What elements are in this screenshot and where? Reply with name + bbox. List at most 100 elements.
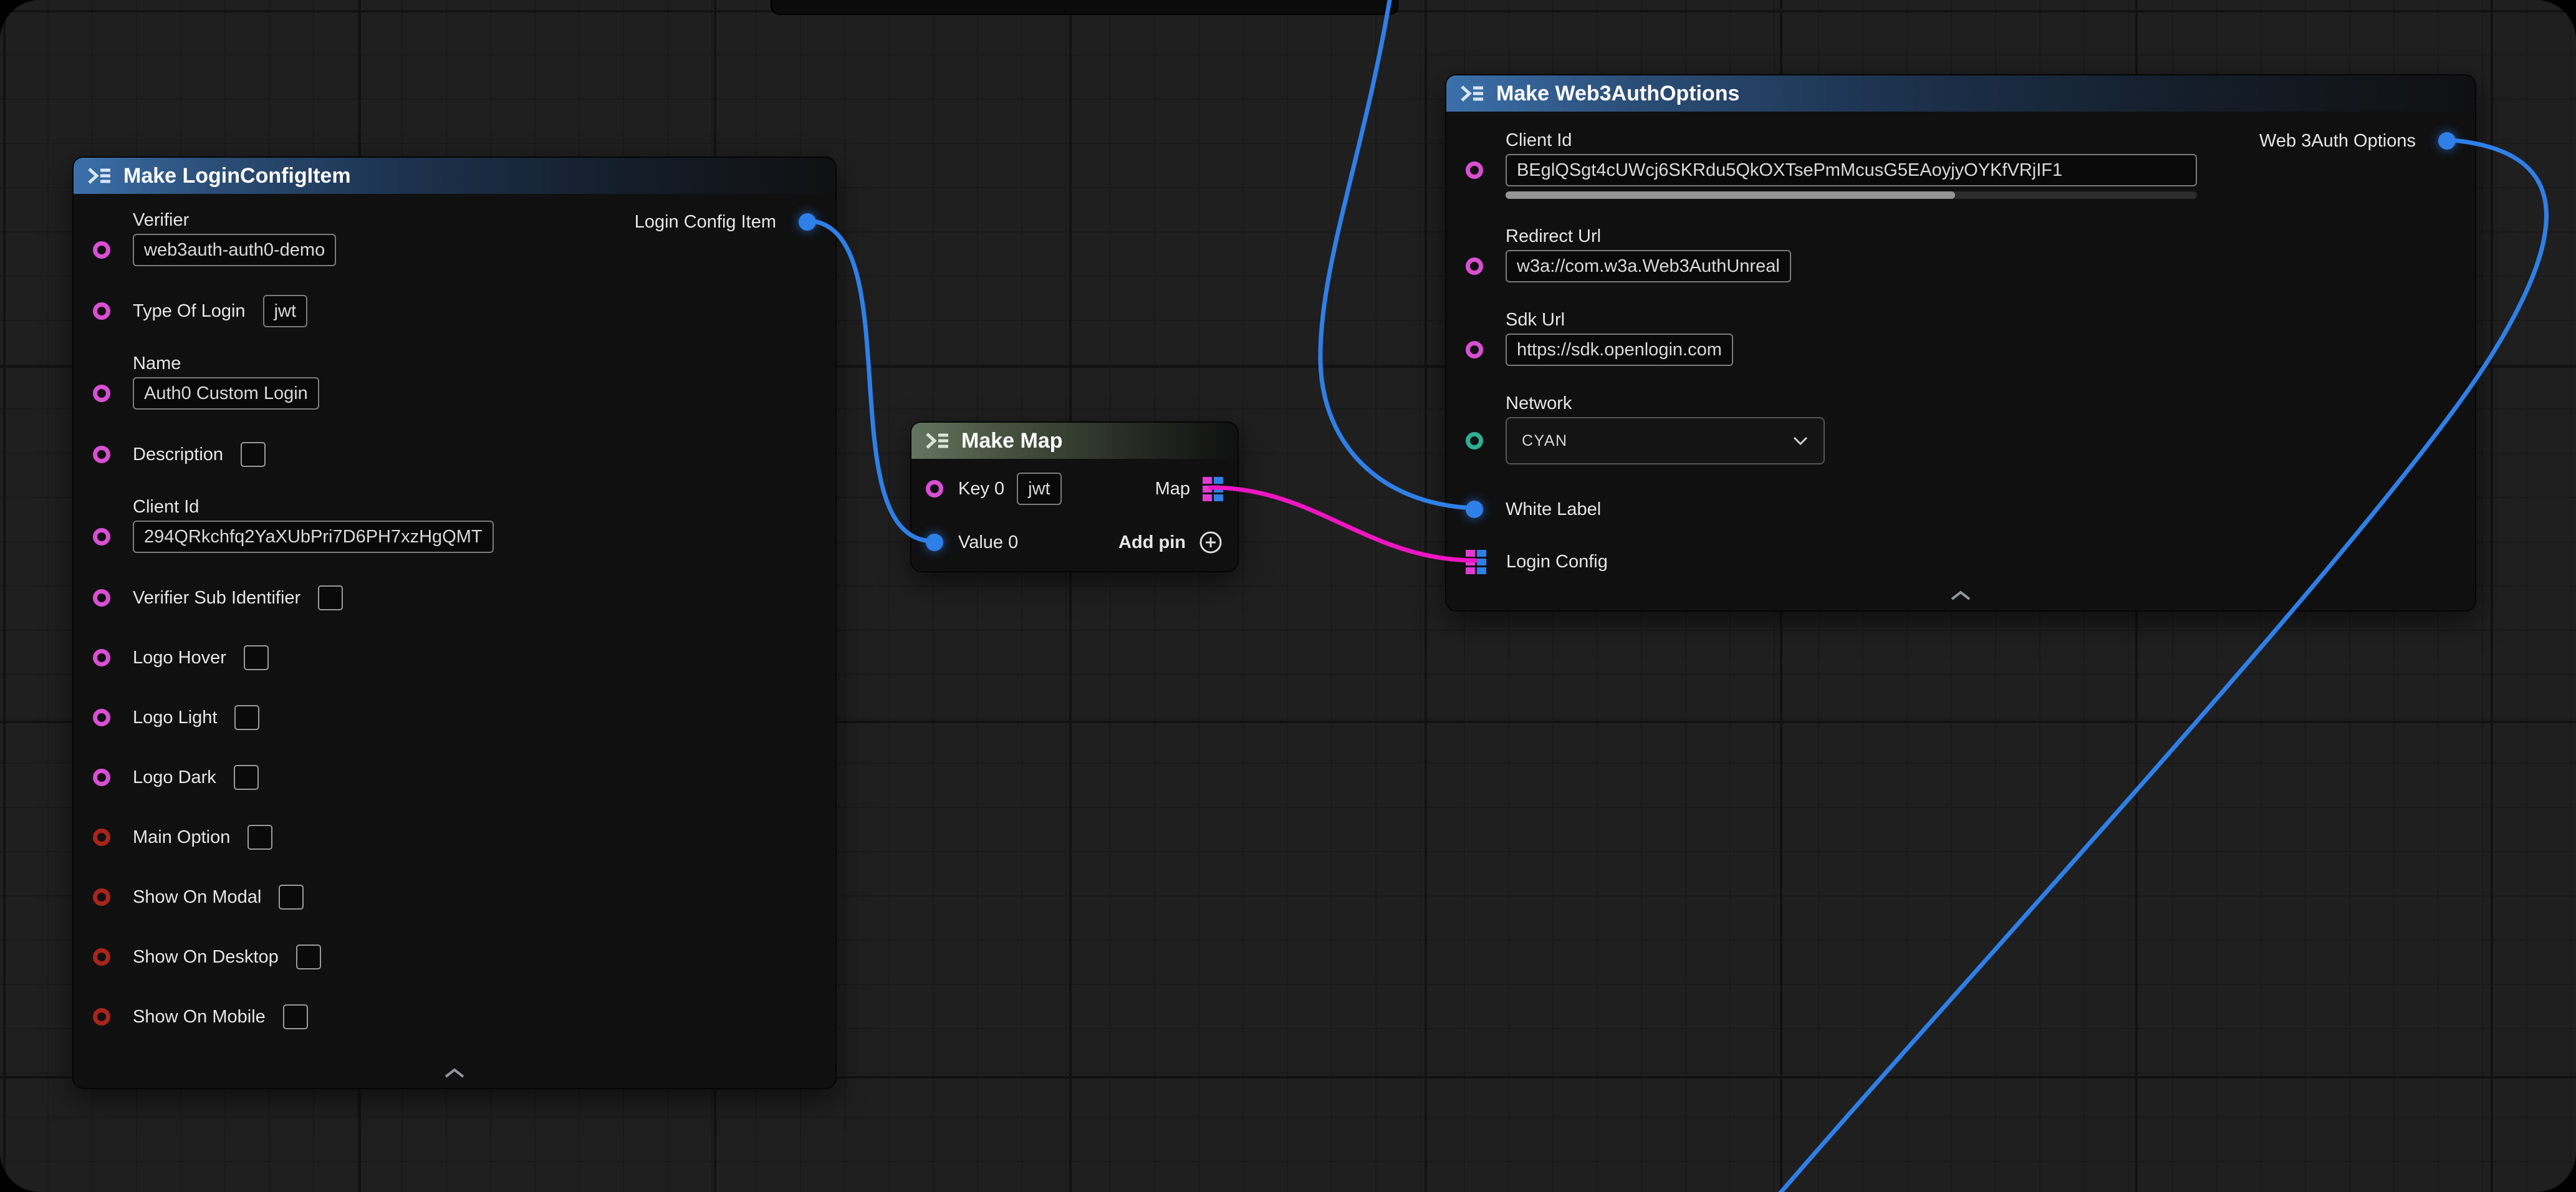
description-input[interactable] (241, 442, 266, 467)
row-logo-light: Logo Light (93, 700, 816, 735)
output-pin-label: Login Config Item (635, 212, 776, 233)
pin-label-map-out: Map (1155, 479, 1190, 499)
pin-label-show-on-modal: Show On Modal (133, 887, 261, 908)
key0-input[interactable]: jwt (1017, 473, 1061, 505)
pin-label-value0: Value 0 (958, 532, 1018, 553)
logo-dark-input[interactable] (234, 765, 259, 790)
blueprint-graph-canvas[interactable]: Make LoginConfigItem Login Config Item V… (0, 0, 2576, 1192)
row-key0-map: Key 0 jwt Map (926, 471, 1223, 506)
verifier-input[interactable]: web3auth-auth0-demo (133, 234, 336, 266)
row-logo-dark: Logo Dark (93, 760, 816, 795)
row-name: Name Auth0 Custom Login (93, 353, 816, 410)
pin-label-logo-dark: Logo Dark (133, 767, 216, 788)
redirect-url-input[interactable]: w3a://com.w3a.Web3AuthUnreal (1506, 250, 1791, 282)
pin-label-redirect-url: Redirect Url (1506, 226, 1791, 247)
pin-w3-client-id[interactable] (1466, 161, 1483, 179)
show-on-mobile-checkbox[interactable] (283, 1004, 308, 1029)
show-on-desktop-checkbox[interactable] (296, 944, 321, 969)
add-pin-icon (1198, 530, 1223, 555)
pin-label-verifier-sub-identifier: Verifier Sub Identifier (133, 588, 300, 608)
row-show-on-desktop: Show On Desktop (93, 940, 816, 974)
node-title: Make LoginConfigItem (123, 164, 351, 188)
node-title: Make Map (961, 429, 1063, 453)
w3-client-id-input[interactable]: BEglQSgt4cUWcj6SKRdu5QkOXTsePmMcusG5EAoy… (1506, 154, 2197, 186)
pin-show-on-mobile[interactable] (93, 1008, 110, 1026)
verifier-sub-identifier-input[interactable] (318, 585, 343, 610)
make-struct-icon (87, 166, 112, 186)
pin-logo-light[interactable] (93, 709, 110, 726)
name-input[interactable]: Auth0 Custom Login (133, 377, 319, 410)
node-make-loginconfigitem[interactable]: Make LoginConfigItem Login Config Item V… (72, 156, 837, 1089)
row-network: Network CYAN (1466, 393, 2456, 464)
pin-label-main-option: Main Option (133, 827, 230, 848)
pin-label-description: Description (133, 445, 223, 465)
row-redirect-url: Redirect Url w3a://com.w3a.Web3AuthUnrea… (1466, 226, 2456, 282)
node-header-make-map[interactable]: Make Map (911, 423, 1238, 459)
pin-sdk-url[interactable] (1466, 341, 1483, 358)
pin-login-config-item-out[interactable] (799, 213, 816, 231)
pin-show-on-modal[interactable] (93, 888, 110, 906)
pin-label-type-of-login: Type Of Login (133, 301, 246, 322)
pin-label-logo-light: Logo Light (133, 708, 217, 728)
collapse-node-button[interactable] (74, 1064, 835, 1088)
pin-verifier[interactable] (93, 241, 110, 259)
pin-value0[interactable] (926, 534, 943, 551)
pin-login-config[interactable] (1466, 550, 1486, 574)
pin-redirect-url[interactable] (1466, 257, 1483, 275)
row-white-label: White Label (1466, 494, 2456, 524)
row-main-option: Main Option (93, 820, 816, 855)
collapse-node-button[interactable] (1446, 587, 2475, 610)
pin-show-on-desktop[interactable] (93, 948, 110, 966)
wire-map-to-login-config[interactable] (1211, 488, 1476, 560)
show-on-modal-checkbox[interactable] (279, 885, 304, 910)
row-description: Description (93, 437, 816, 472)
add-pin-label: Add pin (1118, 532, 1186, 553)
pin-web3auth-options-out[interactable] (2438, 132, 2456, 150)
pin-logo-hover[interactable] (93, 649, 110, 666)
output-row-web3auth-options: Web 3Auth Options (2259, 123, 2456, 158)
sdk-url-input[interactable]: https://sdk.openlogin.com (1506, 334, 1733, 366)
logo-hover-input[interactable] (244, 645, 269, 670)
network-dropdown[interactable]: CYAN (1506, 417, 1825, 464)
output-row-login-config-item: Login Config Item (635, 204, 816, 239)
pin-map-out[interactable] (1203, 477, 1223, 501)
row-logo-hover: Logo Hover (93, 640, 816, 675)
node-make-map[interactable]: Make Map Key 0 jwt Map Value 0 (910, 421, 1239, 572)
pin-main-option[interactable] (93, 829, 110, 846)
chevron-down-icon (1792, 436, 1809, 446)
pin-logo-dark[interactable] (93, 769, 110, 786)
client-id-input[interactable]: 294QRkchfq2YaXUbPri7D6PH7xzHgQMT (133, 521, 494, 553)
node-title: Make Web3AuthOptions (1496, 82, 1739, 106)
row-verifier-sub-identifier: Verifier Sub Identifier (93, 580, 816, 615)
pin-label-key0: Key 0 (958, 479, 1004, 499)
pin-label-w3-client-id: Client Id (1506, 130, 2197, 151)
pin-client-id[interactable] (93, 528, 110, 546)
add-pin-button[interactable]: Add pin (1118, 530, 1223, 555)
client-id-scrollbar[interactable] (1506, 191, 2197, 199)
pin-label-network: Network (1506, 393, 1825, 414)
node-header-make-web3authoptions[interactable]: Make Web3AuthOptions (1446, 75, 2475, 112)
logo-light-input[interactable] (234, 705, 259, 730)
pin-type-of-login[interactable] (93, 302, 110, 320)
pin-label-client-id: Client Id (133, 497, 494, 517)
client-id-scrollbar-thumb[interactable] (1506, 191, 1955, 199)
offscreen-node-bottom-edge (771, 0, 1398, 15)
pin-label-white-label: White Label (1506, 499, 1601, 520)
main-option-checkbox[interactable] (248, 825, 272, 850)
node-header-make-loginconfigitem[interactable]: Make LoginConfigItem (74, 158, 835, 194)
pin-description[interactable] (93, 446, 110, 463)
pin-label-login-config: Login Config (1506, 552, 1608, 572)
pin-label-name: Name (133, 353, 319, 374)
collapse-chevron-icon (442, 1067, 467, 1079)
pin-key0[interactable] (926, 480, 943, 497)
collapse-chevron-icon (1948, 589, 1973, 602)
network-dropdown-value: CYAN (1522, 432, 1568, 450)
pin-network[interactable] (1466, 432, 1483, 449)
pin-name[interactable] (93, 385, 110, 402)
row-login-config: Login Config (1466, 547, 2456, 577)
node-make-web3authoptions[interactable]: Make Web3AuthOptions Web 3Auth Options C… (1445, 74, 2476, 612)
pin-verifier-sub-identifier[interactable] (93, 589, 110, 607)
type-of-login-input[interactable]: jwt (263, 295, 307, 327)
row-client-id: Client Id 294QRkchfq2YaXUbPri7D6PH7xzHgQ… (93, 497, 816, 553)
pin-white-label[interactable] (1466, 501, 1483, 518)
